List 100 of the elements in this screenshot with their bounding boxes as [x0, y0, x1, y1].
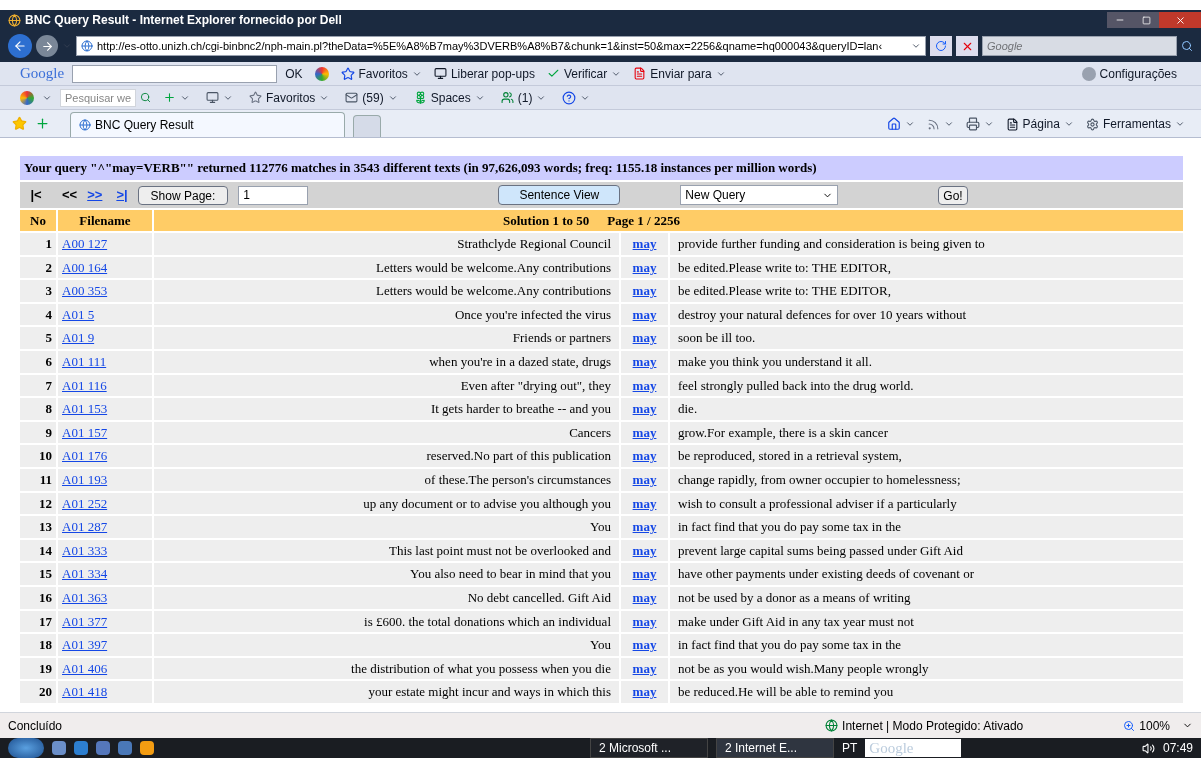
search-icon: [140, 92, 151, 103]
settings-button[interactable]: Configurações: [1077, 63, 1181, 84]
favorites-star-icon: [12, 116, 27, 131]
mail-icon: [345, 91, 359, 104]
last-page-link[interactable]: >|: [116, 185, 128, 205]
star-icon: [340, 66, 355, 81]
table-cell: prevent large capital sums being passed under Gift Aid: [670, 539, 1183, 562]
forward-button[interactable]: [36, 35, 58, 57]
help-icon: [562, 90, 577, 105]
mail-button[interactable]: (59): [341, 87, 402, 108]
zoom-button[interactable]: 100%: [1123, 716, 1193, 735]
window-title: BNC Query Result - Internet Explorer fornecido por Dell: [25, 12, 342, 29]
star-icon: [249, 91, 262, 104]
search-field[interactable]: Google: [982, 36, 1177, 56]
printer-icon: [965, 117, 980, 131]
table-cell: 8: [20, 398, 56, 420]
start-button[interactable]: [8, 738, 44, 758]
table-cell: 2: [20, 256, 56, 279]
tools-menu[interactable]: Ferramentas: [1081, 114, 1189, 134]
ok-button[interactable]: OK: [281, 63, 307, 84]
minimize-button[interactable]: [1107, 12, 1133, 28]
table-cell: wish to consult a professional adviser if a particularly: [670, 492, 1183, 515]
table-cell: 7: [20, 374, 56, 397]
sentence-view-button[interactable]: Sentence View: [498, 185, 621, 205]
maximize-button[interactable]: [1133, 12, 1159, 28]
table-cell: You: [154, 516, 619, 538]
windows-logo-icon: [20, 90, 34, 105]
page-field[interactable]: 1: [238, 185, 309, 205]
web-search-field[interactable]: Pesquisar we: [60, 88, 136, 107]
maximize-icon: [1141, 15, 1151, 25]
clock: 07:49: [1162, 740, 1193, 757]
page-icon: [81, 40, 93, 52]
table-cell: in fact find that you do pay some tax in the: [670, 516, 1183, 538]
table-cell: It gets harder to breathe -- and you: [154, 398, 619, 420]
table-cell: 15: [20, 563, 56, 585]
table-cell: is £600. the total donations which an individual: [154, 610, 619, 633]
table-cell: reserved.No part of this publication: [154, 445, 619, 467]
add-favorite-icon: [35, 116, 50, 131]
caret-icon: [983, 119, 994, 129]
table-cell: Friends or partners: [154, 327, 619, 349]
column-header: Filename: [58, 210, 152, 231]
send-button[interactable]: Enviar para: [629, 63, 730, 84]
zone-text: Internet | Modo Protegido: Ativado: [842, 717, 1024, 735]
taskbar-button[interactable]: 2 Microsoft ...: [590, 738, 708, 758]
contacts-button[interactable]: (1): [496, 87, 551, 108]
favorites-button[interactable]: Favoritos: [336, 63, 426, 84]
table-cell: destroy your natural defences for over 10 years without: [670, 303, 1183, 326]
table-cell: feel strongly pulled back into the drug world.: [670, 374, 1183, 397]
previous-page-link[interactable]: <<: [62, 185, 78, 205]
caret-icon: [911, 41, 921, 51]
column-header: Solution 1 to 50: [503, 211, 590, 230]
search-icon: [1181, 40, 1193, 52]
taskbar-button[interactable]: 2 Internet E...: [716, 738, 834, 758]
query-select[interactable]: New Query: [680, 185, 839, 205]
flower-icon: [413, 91, 427, 104]
table-cell: make you think you understand it all.: [670, 350, 1183, 373]
window-icon: [206, 91, 219, 104]
table-cell: Once you're infected the virus: [154, 303, 619, 326]
table-cell: up any document or to advise you although you: [154, 492, 619, 515]
spaces-button[interactable]: Spaces: [409, 87, 489, 108]
table-cell: 18: [20, 634, 56, 656]
google-search-field[interactable]: [72, 64, 278, 83]
table-cell: 13: [20, 516, 56, 538]
table-cell: 16: [20, 586, 56, 609]
first-page-link[interactable]: |<: [28, 185, 44, 205]
show-page-button[interactable]: Show Page:: [137, 185, 229, 205]
address-field[interactable]: http://es-otto.unizh.ch/cgi-binbnc2/nph-main.pl?theData=%5E%A8%B7may%3DVERB%A8%B7&chunk=1&inst=50&max=2256&qname=hq000043&queryID=lan‹: [76, 36, 926, 56]
caret-icon: [904, 119, 915, 129]
volume-icon: [1141, 741, 1155, 755]
stop-button[interactable]: [956, 36, 978, 56]
feed-icon: [926, 117, 940, 131]
table-cell: 12: [20, 492, 56, 515]
gear-icon: [1085, 117, 1099, 131]
language-indicator: PT: [842, 740, 858, 757]
back-button[interactable]: [8, 34, 32, 58]
browser-tab[interactable]: BNC Query Result: [70, 112, 345, 137]
go-button[interactable]: Go!: [938, 185, 968, 205]
table-cell: 14: [20, 539, 56, 562]
table-cell: 10: [20, 445, 56, 467]
pie-icon: [314, 66, 329, 81]
table-cell: 1: [20, 233, 56, 255]
next-page-link[interactable]: >>: [87, 185, 103, 205]
table-cell: 9: [20, 421, 56, 444]
zoom-icon: [1123, 719, 1136, 732]
table-cell: die.: [670, 398, 1183, 420]
spellcheck-button[interactable]: Verificar: [542, 63, 626, 84]
table-cell: 3: [20, 280, 56, 302]
table-cell: be reproduced, stored in a retrieval system,: [670, 445, 1183, 467]
table-cell: grow.For example, there is a skin cancer: [670, 421, 1183, 444]
table-cell: 17: [20, 610, 56, 633]
table-cell: make under Gift Aid in any tax year must not: [670, 610, 1183, 633]
table-cell: not be as you would wish.Many people wrongly: [670, 657, 1183, 680]
table-cell: 20: [20, 681, 56, 703]
table-cell: when you're in a dazed state, drugs: [154, 350, 619, 373]
table-cell: Cancers: [154, 421, 619, 444]
table-cell: You also need to bear in mind that you: [154, 563, 619, 585]
page-menu[interactable]: Página: [1001, 114, 1078, 134]
refresh-button[interactable]: [930, 36, 952, 56]
favorites-button[interactable]: Favoritos: [245, 87, 334, 108]
popup-button[interactable]: Liberar pop-ups: [429, 63, 539, 84]
